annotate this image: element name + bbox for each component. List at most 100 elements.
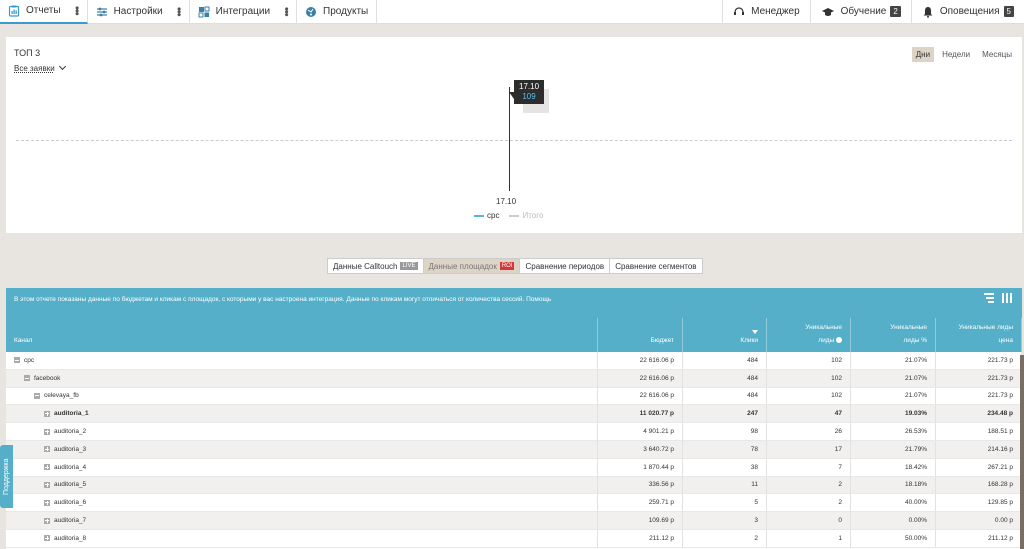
- legend-item-cpc[interactable]: cpc: [474, 211, 499, 220]
- unique-leads-cell-value: 2: [838, 481, 842, 489]
- legend-label-cpc: cpc: [487, 211, 500, 220]
- nav-integrations[interactable]: Интеграции •••: [190, 0, 298, 24]
- table-row[interactable]: auditoria_3 3 640.72 р 78 17 21.79% 214.16 р: [6, 440, 1022, 459]
- unique-leads-price-cell: 234.48 р: [936, 405, 1022, 423]
- unique-leads-price-cell: 188.51 р: [936, 423, 1022, 440]
- chart-title: ТОП 3: [14, 48, 41, 58]
- unique-leads-pct-cell-value: 40.00%: [904, 499, 927, 507]
- table-row[interactable]: auditoria_6 259.71 р 5 2 40.00% 129.85 р: [6, 494, 1022, 513]
- more-icon[interactable]: •••: [280, 7, 292, 16]
- channel-cell-value: auditoria_1: [54, 410, 89, 418]
- budget-cell-value: 336.56 р: [648, 481, 674, 489]
- expand-icon[interactable]: [44, 481, 50, 488]
- clicks-cell: 98: [683, 423, 767, 440]
- unique-leads-cell: 102: [767, 387, 851, 405]
- table-row[interactable]: facebook 22 616.06 р 484 102 21.07% 221.73 р: [6, 369, 1022, 388]
- leads-filter-dropdown[interactable]: Все заявки: [14, 62, 66, 73]
- collapse-icon[interactable]: [24, 375, 30, 382]
- more-icon[interactable]: •••: [173, 7, 185, 16]
- unique-leads-cell: 17: [767, 440, 851, 458]
- tab-compare-periods[interactable]: Сравнение периодов: [519, 258, 611, 274]
- top-nav: Отчеты ••• Настройки ••• Интеграции ••• …: [0, 0, 1024, 24]
- unique-leads-pct-cell-value: 21.07%: [904, 374, 927, 382]
- column-header-channel[interactable]: Канал: [6, 318, 598, 352]
- clicks-cell: 11: [683, 476, 767, 494]
- tree-view-icon[interactable]: [984, 293, 994, 303]
- expand-icon[interactable]: [44, 535, 50, 542]
- expand-icon[interactable]: [44, 517, 50, 524]
- table-row[interactable]: auditoria_7 109.69 р 3 0 0.00% 0.00 р: [6, 512, 1022, 530]
- channel-cell-value: cpc: [24, 356, 35, 364]
- nav-manager[interactable]: Менеджер: [722, 0, 810, 24]
- collapse-icon[interactable]: [34, 392, 40, 399]
- legend-item-total[interactable]: Итого: [509, 211, 543, 220]
- table-row[interactable]: cpc 22 616.06 р 484 102 21.07% 221.73 р: [6, 352, 1022, 370]
- channel-cell-value: auditoria_8: [54, 534, 87, 542]
- period-weeks-button[interactable]: Недели: [938, 47, 974, 62]
- clicks-cell-value: 484: [747, 356, 758, 364]
- budget-cell: 22 616.06 р: [598, 387, 683, 405]
- budget-cell-value: 22 616.06 р: [639, 356, 674, 364]
- nav-settings[interactable]: Настройки •••: [88, 0, 190, 24]
- budget-cell-value: 1 870.44 р: [643, 463, 674, 471]
- channel-cell: auditoria_3: [6, 440, 598, 458]
- nav-learning[interactable]: Обучение 2: [809, 0, 911, 24]
- table-row[interactable]: auditoria_2 4 901.21 р 98 26 26.53% 188.51 р: [6, 423, 1022, 441]
- clicks-cell-value: 78: [750, 445, 758, 453]
- tab-compare-segments[interactable]: Сравнение сегментов: [609, 258, 703, 274]
- support-tab[interactable]: Поддержка: [0, 445, 13, 508]
- expand-icon[interactable]: [44, 428, 50, 435]
- budget-cell: 211.12 р: [598, 529, 683, 547]
- period-days-button[interactable]: Дни: [911, 47, 935, 62]
- budget-cell-value: 11 020.77 р: [639, 410, 674, 418]
- table-row[interactable]: auditoria_5 336.56 р 11 2 18.18% 168.28 р: [6, 476, 1022, 495]
- unique-leads-pct-cell: 50.00%: [851, 529, 936, 547]
- unique-leads-pct-cell-value: 21.79%: [904, 445, 927, 453]
- info-icon[interactable]: [836, 337, 842, 344]
- channel-cell: auditoria_1: [6, 405, 598, 423]
- budget-cell: 11 020.77 р: [598, 405, 683, 423]
- unique-leads-price-cell: 221.73 р: [936, 387, 1022, 405]
- column-header-unique-leads-price[interactable]: Уникальные лиды цена: [936, 318, 1022, 352]
- clicks-cell: 247: [683, 405, 767, 423]
- nav-settings-label: Настройки: [113, 6, 163, 17]
- channel-cell: auditoria_5: [6, 476, 598, 494]
- table-row[interactable]: celevaya_fb 22 616.06 р 484 102 21.07% 221.73…: [6, 387, 1022, 406]
- table-row[interactable]: auditoria_8 211.12 р 2 1 50.00% 211.12 р: [6, 529, 1022, 548]
- clicks-cell: 5: [683, 494, 767, 512]
- table-row[interactable]: auditoria_4 1 870.44 р 38 7 18.42% 267.21 р: [6, 458, 1022, 477]
- unique-leads-cell-value: 1: [838, 534, 842, 542]
- unique-leads-cell: 102: [767, 352, 851, 369]
- budget-cell-value: 3 640.72 р: [643, 445, 674, 453]
- nav-learning-label: Обучение: [840, 6, 887, 17]
- table-scrollbar[interactable]: [1020, 355, 1024, 549]
- columns-icon[interactable]: [1002, 293, 1012, 303]
- nav-products[interactable]: Продукты: [297, 0, 378, 24]
- column-header-unique-leads[interactable]: Уникальные лиды: [767, 318, 851, 352]
- channel-cell: auditoria_6: [6, 494, 598, 512]
- clicks-cell: 38: [683, 458, 767, 476]
- column-header-unique-leads-pct[interactable]: Уникальные лиды %: [851, 318, 936, 352]
- table-row[interactable]: auditoria_1 11 020.77 р 247 47 19.03% 234.48 …: [6, 405, 1022, 424]
- nav-reports[interactable]: Отчеты •••: [0, 0, 88, 24]
- tab-platform-data[interactable]: Данные площадок ROI: [422, 258, 521, 274]
- column-header-clicks[interactable]: Клики: [683, 318, 767, 352]
- clicks-cell: 484: [683, 352, 767, 369]
- expand-icon[interactable]: [44, 410, 50, 417]
- expand-icon[interactable]: [44, 446, 50, 453]
- more-icon[interactable]: •••: [71, 6, 83, 15]
- x-axis-tick-label: 17.10: [496, 197, 517, 206]
- report-info-text: В этом отчете показаны данные по бюджета…: [14, 296, 552, 303]
- column-header-budget[interactable]: Бюджет: [598, 318, 683, 352]
- unique-leads-cell-value: 102: [831, 356, 842, 364]
- unique-leads-cell: 102: [767, 369, 851, 387]
- tab-platform-label: Данные площадок: [428, 261, 497, 271]
- period-months-button[interactable]: Месяцы: [978, 47, 1016, 62]
- collapse-icon[interactable]: [14, 357, 20, 364]
- expand-icon[interactable]: [44, 499, 50, 506]
- nav-notifications[interactable]: Оповещения 5: [910, 0, 1024, 24]
- bell-icon: [923, 6, 933, 18]
- expand-icon[interactable]: [44, 464, 50, 471]
- chart-gridline: [16, 140, 1012, 141]
- tab-calltouch-data[interactable]: Данные Calltouch LIVE: [327, 258, 424, 274]
